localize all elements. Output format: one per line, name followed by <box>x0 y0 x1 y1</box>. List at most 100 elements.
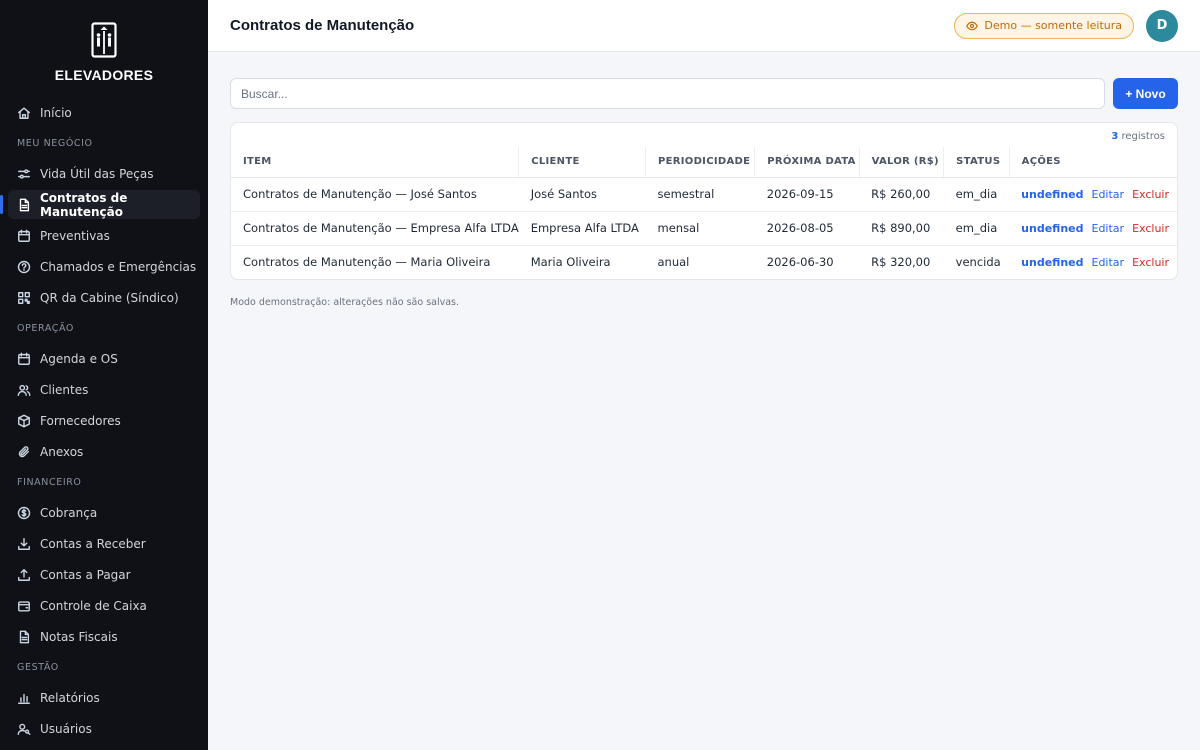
eye-icon <box>966 21 979 30</box>
cell-valor: R$ 890,00 <box>859 211 944 246</box>
col-cliente[interactable]: CLIENTE <box>518 147 646 178</box>
calendar-icon <box>17 352 31 366</box>
cell-valor: R$ 260,00 <box>859 177 944 212</box>
sidebar-item-label: Controle de Caixa <box>40 598 147 613</box>
edit-link[interactable]: Editar <box>1092 188 1125 201</box>
sidebar-item-label: Contratos de Manutenção <box>40 190 128 219</box>
sidebar-item-anexos[interactable]: Anexos <box>8 437 200 466</box>
sidebar-item-label: Agenda e OS <box>40 351 118 366</box>
sidebar-item-cobranca[interactable]: Cobrança <box>8 498 200 527</box>
cell-status: vencida <box>955 255 1001 270</box>
sidebar-item-label: Contas a Receber <box>40 536 146 551</box>
record-count: 3 registros <box>231 123 1177 147</box>
sidebar-item-label: Relatórios <box>40 690 100 705</box>
qr-icon <box>17 291 31 305</box>
bar-chart-icon <box>17 691 31 705</box>
avatar[interactable]: D <box>1146 9 1178 42</box>
cell-periodicidade: semestral <box>645 177 755 212</box>
page-title: Contratos de Manutenção <box>230 17 415 34</box>
contracts-card: 3 registros ITEM CLIENTE PERIODICIDADE P… <box>230 122 1178 280</box>
table-row: Contratos de Manutenção — Empresa Alfa L… <box>231 211 1177 246</box>
col-valor[interactable]: VALOR (R$) <box>859 147 945 178</box>
sidebar-item-label: Usuários <box>40 721 92 736</box>
demo-badge: Demo — somente leitura <box>954 12 1134 39</box>
cell-proxima-data: 2026-08-05 <box>754 211 860 246</box>
cell-status: em_dia <box>943 211 1010 246</box>
sidebar-item-contas-receber[interactable]: Contas a Receber <box>8 529 200 558</box>
sidebar-item-controle-caixa[interactable]: Controle de Caixa <box>8 591 200 620</box>
delete-link[interactable]: Excluir <box>1132 188 1169 201</box>
view-link[interactable]: undefined <box>1021 222 1083 235</box>
brand: ELEVADORES <box>0 0 208 98</box>
sidebar-item-label: Clientes <box>40 382 89 397</box>
sidebar-item-relatorios[interactable]: Relatórios <box>8 683 200 712</box>
sidebar-item-vida-util[interactable]: Vida Útil das Peças <box>8 159 200 188</box>
cell-acoes: undefined Editar Excluir <box>1009 177 1177 212</box>
brand-name: ELEVADORES <box>54 67 154 83</box>
table-row: Contratos de Manutenção — José Santos Jo… <box>231 177 1177 212</box>
demo-badge-label: Demo — somente leitura <box>984 19 1122 32</box>
new-button[interactable]: + Novo <box>1113 78 1178 109</box>
view-link[interactable]: undefined <box>1021 256 1083 269</box>
sidebar-item-preventivas[interactable]: Preventivas <box>8 221 200 250</box>
sidebar-item-label: Fornecedores <box>40 413 121 428</box>
cell-cliente: Maria Oliveira <box>530 255 611 270</box>
cell-cliente: José Santos <box>518 177 646 212</box>
search-input[interactable] <box>230 78 1105 109</box>
demo-footnote: Modo demonstração: alterações não são sa… <box>230 297 460 308</box>
section-gestao: GESTÃO <box>17 662 59 673</box>
sidebar-item-label: Cobrança <box>40 505 98 520</box>
delete-link[interactable]: Excluir <box>1132 256 1169 269</box>
sidebar-item-notas-fiscais[interactable]: Notas Fiscais <box>8 622 200 651</box>
delete-link[interactable]: Excluir <box>1132 222 1169 235</box>
sidebar-item-label: Anexos <box>40 444 84 459</box>
sidebar-item-fornecedores[interactable]: Fornecedores <box>8 406 200 435</box>
cell-proxima-data: 2026-09-15 <box>754 177 860 212</box>
help-circle-icon <box>17 260 31 274</box>
table-header-row: ITEM CLIENTE PERIODICIDADE PRÓXIMA DATA … <box>231 147 1177 178</box>
cell-cliente: Empresa Alfa LTDA <box>518 211 646 246</box>
sidebar-item-label: Vida Útil das Peças <box>40 166 154 181</box>
edit-link[interactable]: Editar <box>1092 222 1125 235</box>
wallet-icon <box>17 599 31 613</box>
edit-link[interactable]: Editar <box>1092 256 1125 269</box>
sidebar-item-qr-cabine[interactable]: QR da Cabine (Síndico) <box>8 283 200 312</box>
view-link[interactable]: undefined <box>1021 188 1083 201</box>
cell-periodicidade: anual <box>657 255 690 270</box>
search-row: + Novo <box>230 78 1178 109</box>
col-item[interactable]: ITEM <box>231 147 520 178</box>
topbar: Contratos de Manutenção Demo — somente l… <box>208 0 1200 52</box>
col-periodicidade[interactable]: PERIODICIDADE <box>645 147 756 178</box>
cell-item: Contratos de Manutenção — Empresa Alfa L… <box>231 211 519 246</box>
sidebar-item-label: Contas a Pagar <box>40 567 131 582</box>
download-icon <box>17 537 31 551</box>
upload-icon <box>17 568 31 582</box>
section-financeiro: FINANCEIRO <box>17 477 82 488</box>
sidebar-item-label: QR da Cabine (Síndico) <box>40 290 179 305</box>
cell-periodicidade: mensal <box>645 211 755 246</box>
table-row: Contratos de Manutenção — Maria Oliveira… <box>231 245 1177 279</box>
sidebar-item-clientes[interactable]: Clientes <box>8 375 200 404</box>
section-operacao: OPERAÇÃO <box>17 323 74 334</box>
cell-item: Contratos de Manutenção — José Santos <box>231 177 519 212</box>
sidebar-item-chamados[interactable]: Chamados e Emergências <box>8 252 200 281</box>
sliders-icon <box>17 167 31 181</box>
sidebar-item-contratos[interactable]: Contratos de Manutenção <box>0 190 200 219</box>
col-status[interactable]: STATUS <box>943 147 1010 178</box>
sidebar-item-inicio[interactable]: Início <box>8 98 200 127</box>
sidebar-item-label: Chamados e Emergências <box>40 259 197 274</box>
cell-proxima-data: 2026-06-30 <box>766 255 834 270</box>
col-proxima-data[interactable]: PRÓXIMA DATA <box>754 147 860 178</box>
record-count-label: registros <box>1118 131 1165 142</box>
cell-acoes: undefined Editar Excluir <box>1009 211 1177 246</box>
sidebar-item-label: Notas Fiscais <box>40 629 118 644</box>
sidebar-item-contas-pagar[interactable]: Contas a Pagar <box>8 560 200 589</box>
section-meu-negocio: MEU NEGÓCIO <box>17 138 93 149</box>
sidebar-item-agenda[interactable]: Agenda e OS <box>8 344 200 373</box>
dollar-circle-icon <box>17 506 31 520</box>
sidebar-item-label: Início <box>40 105 72 120</box>
cell-valor: R$ 320,00 <box>871 255 931 270</box>
sidebar: ELEVADORES Início MEU NEGÓCIO Vida Útil … <box>0 0 208 750</box>
col-acoes: AÇÕES <box>1009 147 1177 178</box>
sidebar-item-usuarios[interactable]: Usuários <box>8 714 200 743</box>
